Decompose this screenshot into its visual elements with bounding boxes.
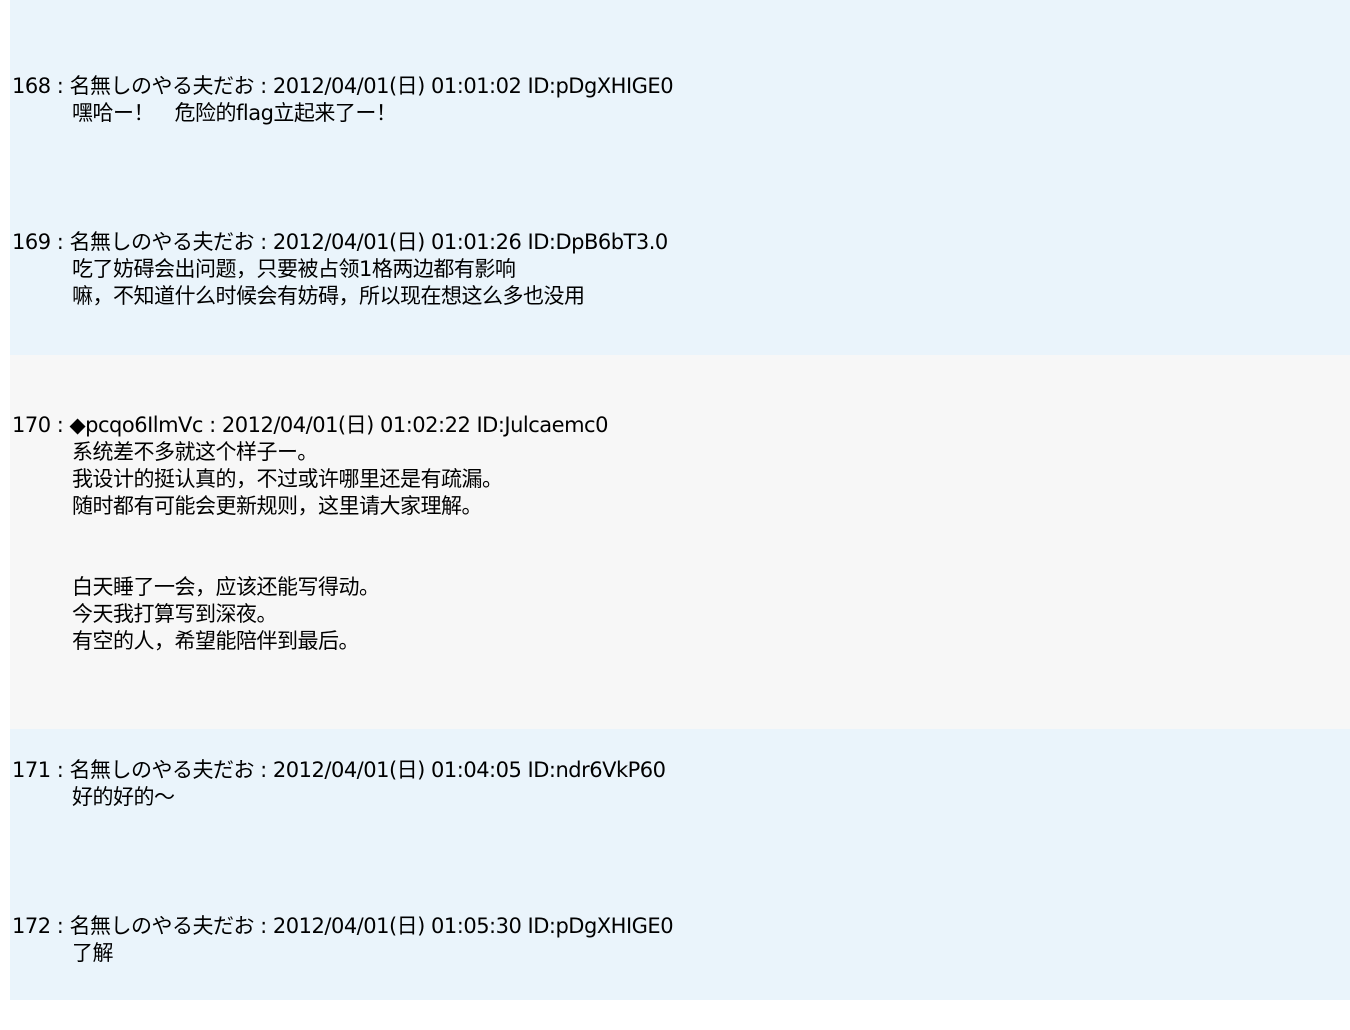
post-line: 系统差不多就这个样子ー。 [72,440,318,464]
post-header: 170 : ◆pcqo6IlmVc : 2012/04/01(日) 01:02:… [12,413,608,437]
post-body: 嘿哈ー！ 危险的flag立起来了ー！ [72,100,1332,127]
post-line: 有空的人，希望能陪伴到最后。 [72,629,360,653]
post-body: 吃了妨碍会出问题，只要被占领1格两边都有影响 嘛，不知道什么时候会有妨碍，所以现… [72,256,1332,310]
post-168: 168 : 名無しのやる夫だお : 2012/04/01(日) 01:01:02… [12,73,1332,127]
post-line: 白天睡了一会，应该还能写得动。 [72,575,380,599]
post-line: 吃了妨碍会出问题，只要被占领1格两边都有影响 [72,257,516,281]
post-line [72,547,1332,574]
post-header: 169 : 名無しのやる夫だお : 2012/04/01(日) 01:01:26… [12,230,668,254]
post-172: 172 : 名無しのやる夫だお : 2012/04/01(日) 01:05:30… [12,913,1332,967]
post-header: 168 : 名無しのやる夫だお : 2012/04/01(日) 01:01:02… [12,74,674,98]
post-header: 172 : 名無しのやる夫だお : 2012/04/01(日) 01:05:30… [12,914,674,938]
post-170: 170 : ◆pcqo6IlmVc : 2012/04/01(日) 01:02:… [12,412,1332,655]
post-line: 好的好的～ [72,785,175,809]
post-header: 171 : 名無しのやる夫だお : 2012/04/01(日) 01:04:05… [12,758,666,782]
post-line: 随时都有可能会更新规则，这里请大家理解。 [72,494,483,518]
post-body: 好的好的～ [72,784,1332,811]
thread-page: 168 : 名無しのやる夫だお : 2012/04/01(日) 01:01:02… [0,0,1350,1030]
post-line: 了解 [72,941,114,965]
post-line: 嘛，不知道什么时候会有妨碍，所以现在想这么多也没用 [72,284,585,308]
post-171: 171 : 名無しのやる夫だお : 2012/04/01(日) 01:04:05… [12,757,1332,811]
post-line: 今天我打算写到深夜。 [72,602,278,626]
post-body: 了解 [72,940,1332,967]
post-line: 嘿哈ー！ 危险的flag立起来了ー！ [72,101,397,125]
post-body: 系统差不多就这个样子ー。 我设计的挺认真的，不过或许哪里还是有疏漏。 随时都有可… [72,439,1332,655]
post-line [72,520,1332,547]
post-169: 169 : 名無しのやる夫だお : 2012/04/01(日) 01:01:26… [12,229,1332,310]
post-line: 我设计的挺认真的，不过或许哪里还是有疏漏。 [72,467,503,491]
